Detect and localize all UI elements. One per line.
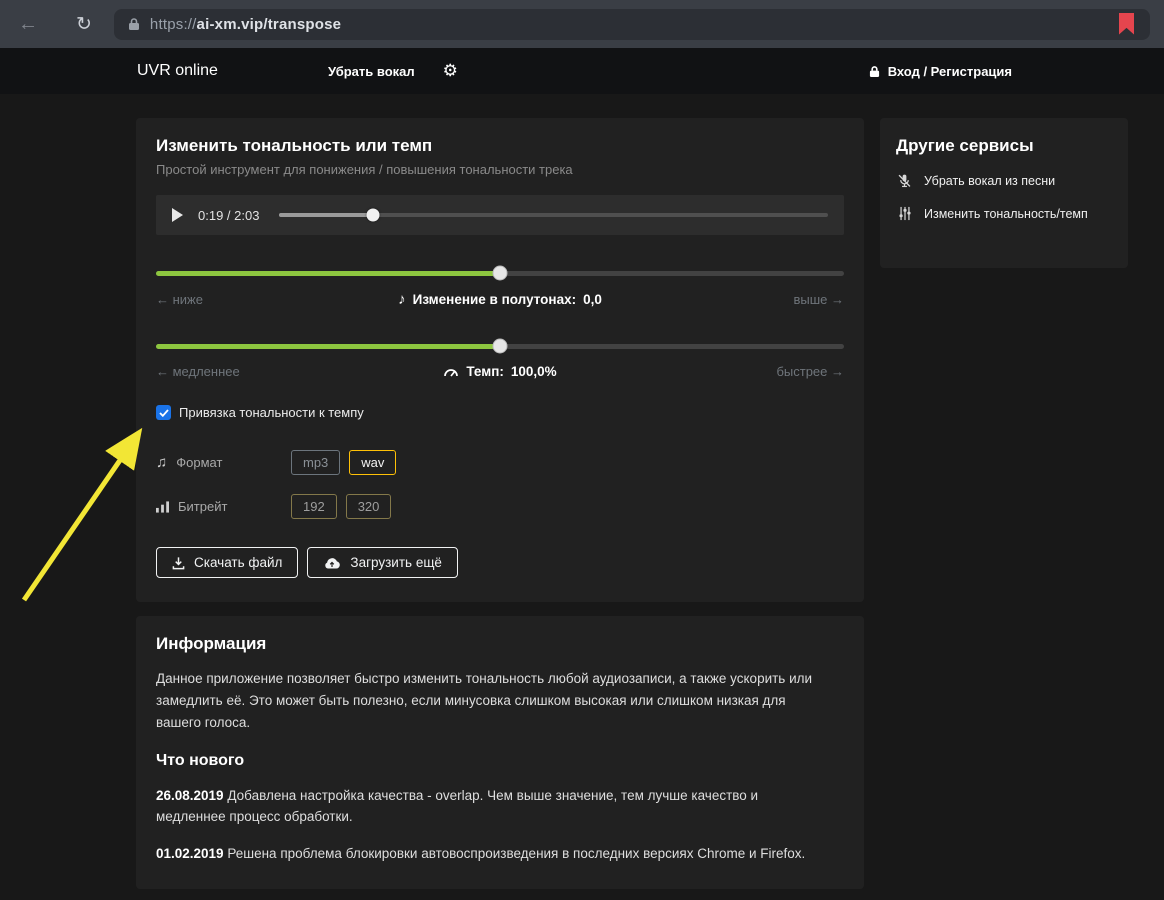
tempo-labels: ← медленнее Темп: 100,0% быстрее → (156, 364, 844, 379)
bars-icon (156, 500, 169, 513)
bitrate-192-button[interactable]: 192 (291, 494, 337, 519)
reload-icon[interactable]: ↻ (76, 15, 92, 34)
transpose-title: Изменить тональность или темп (156, 136, 433, 155)
pitch-lower-label: ← ниже (156, 292, 203, 307)
whats-new-title: Что нового (156, 751, 245, 769)
gear-icon[interactable]: ⚙ (443, 61, 458, 81)
url-text: https://ai-xm.vip/transpose (150, 16, 341, 33)
info-title: Информация (156, 634, 267, 653)
pitch-higher-label: выше → (793, 292, 844, 307)
login-link[interactable]: Вход / Регистрация (869, 64, 1012, 79)
player-progress (279, 213, 373, 217)
tempo-value: 100,0% (510, 364, 557, 379)
upload-label: Загрузить ещё (350, 555, 442, 570)
tempo-slower-label: ← медленнее (156, 364, 240, 379)
url-host: ai-xm.vip/transpose (196, 15, 342, 33)
back-icon[interactable]: ← (18, 14, 38, 34)
info-paragraph: Данное приложение позволяет быстро измен… (156, 671, 813, 730)
format-label: ♫ Формат (156, 454, 291, 471)
pitch-slider[interactable] (156, 265, 844, 281)
checkbox-checked-icon[interactable] (156, 405, 171, 420)
pitch-caption: Изменение в полутонах: (412, 292, 577, 307)
link-pitch-tempo-checkbox[interactable]: Привязка тональности к темпу (156, 405, 844, 420)
checkbox-label: Привязка тональности к темпу (179, 405, 364, 420)
format-row: ♫ Формат mp3 wav (156, 450, 844, 475)
player-thumb[interactable] (366, 208, 380, 222)
entry-date: 01.02.2019 (156, 846, 224, 862)
format-wav-button[interactable]: wav (349, 450, 397, 475)
tempo-faster-label: быстрее → (776, 364, 844, 379)
tempo-thumb[interactable] (492, 338, 508, 354)
entry-text: Добавлена настройка качества - overlap. … (156, 787, 759, 825)
pitch-fill (156, 271, 500, 276)
service-remove-vocal[interactable]: Убрать вокал из песни (896, 173, 1112, 189)
mic-slash-icon (896, 173, 913, 189)
site-navbar: UVR online Убрать вокал ⚙ Вход / Регистр… (0, 48, 1164, 94)
player-time: 0:19 / 2:03 (198, 207, 260, 223)
info-card: Информация Данное приложение позволяет б… (136, 616, 864, 890)
format-caption: Формат (176, 455, 223, 470)
services-card: Другие сервисы Убрать вокал из песни Изм… (880, 118, 1128, 268)
entry-text: Решена проблема блокировки автовоспроизв… (227, 846, 806, 862)
tempo-fill (156, 344, 500, 349)
bitrate-row: Битрейт 192 320 (156, 494, 844, 519)
tempo-center-label: Темп: 100,0% (326, 364, 674, 379)
upload-more-button[interactable]: Загрузить ещё (307, 547, 458, 578)
login-label: Вход / Регистрация (887, 63, 1012, 79)
pitch-thumb[interactable] (492, 265, 508, 281)
lock-icon (128, 17, 140, 31)
cloud-upload-icon (323, 556, 341, 569)
pitch-value: 0,0 (583, 292, 602, 307)
transpose-subtitle: Простой инструмент для понижения / повыш… (156, 162, 573, 177)
screen: ← ↻ https://ai-xm.vip/transpose UVR onli… (0, 0, 1164, 900)
login-lock-icon (869, 65, 880, 78)
download-label: Скачать файл (194, 555, 283, 570)
download-icon (172, 556, 185, 570)
pitch-center-label: ♪ Изменение в полутонах: 0,0 (326, 291, 674, 308)
bitrate-320-button[interactable]: 320 (345, 494, 392, 519)
services-title: Другие сервисы (896, 136, 1034, 155)
pitch-labels: ← ниже ♪ Изменение в полутонах: 0,0 выше… (156, 291, 844, 308)
entry-date: 26.08.2019 (156, 787, 224, 803)
transpose-card: Изменить тональность или темп Простой ин… (136, 118, 864, 602)
actions-row: Скачать файл Загрузить ещё (156, 547, 844, 578)
tachometer-icon (443, 366, 459, 378)
bitrate-label: Битрейт (156, 499, 291, 514)
player-track (279, 213, 828, 217)
format-mp3-button[interactable]: mp3 (291, 450, 341, 475)
tempo-caption: Темп: (466, 364, 504, 379)
audio-player: 0:19 / 2:03 (156, 195, 844, 235)
music-note-icon: ♫ (156, 454, 168, 471)
play-button[interactable] (172, 208, 183, 222)
player-seek-slider[interactable] (279, 208, 828, 222)
bookmark-icon[interactable] (1119, 12, 1134, 35)
address-bar[interactable]: https://ai-xm.vip/transpose (113, 8, 1150, 40)
changelog-entry: 01.02.2019 Решена проблема блокировки ав… (156, 843, 824, 865)
brand-link[interactable]: UVR online (137, 62, 218, 80)
bitrate-caption: Битрейт (178, 499, 228, 514)
note-icon: ♪ (398, 291, 406, 308)
service-transpose-label: Изменить тональность/темп (924, 206, 1088, 221)
service-transpose[interactable]: Изменить тональность/темп (896, 206, 1112, 221)
url-scheme: https:// (149, 15, 197, 33)
nav-remove-vocal-link[interactable]: Убрать вокал (328, 64, 415, 79)
browser-chrome: ← ↻ https://ai-xm.vip/transpose (0, 0, 1164, 48)
changelog-entry: 26.08.2019 Добавлена настройка качества … (156, 785, 824, 829)
tempo-slider[interactable] (156, 338, 844, 354)
sliders-icon (896, 206, 913, 221)
download-file-button[interactable]: Скачать файл (156, 547, 299, 578)
service-remove-vocal-label: Убрать вокал из песни (924, 174, 1056, 188)
